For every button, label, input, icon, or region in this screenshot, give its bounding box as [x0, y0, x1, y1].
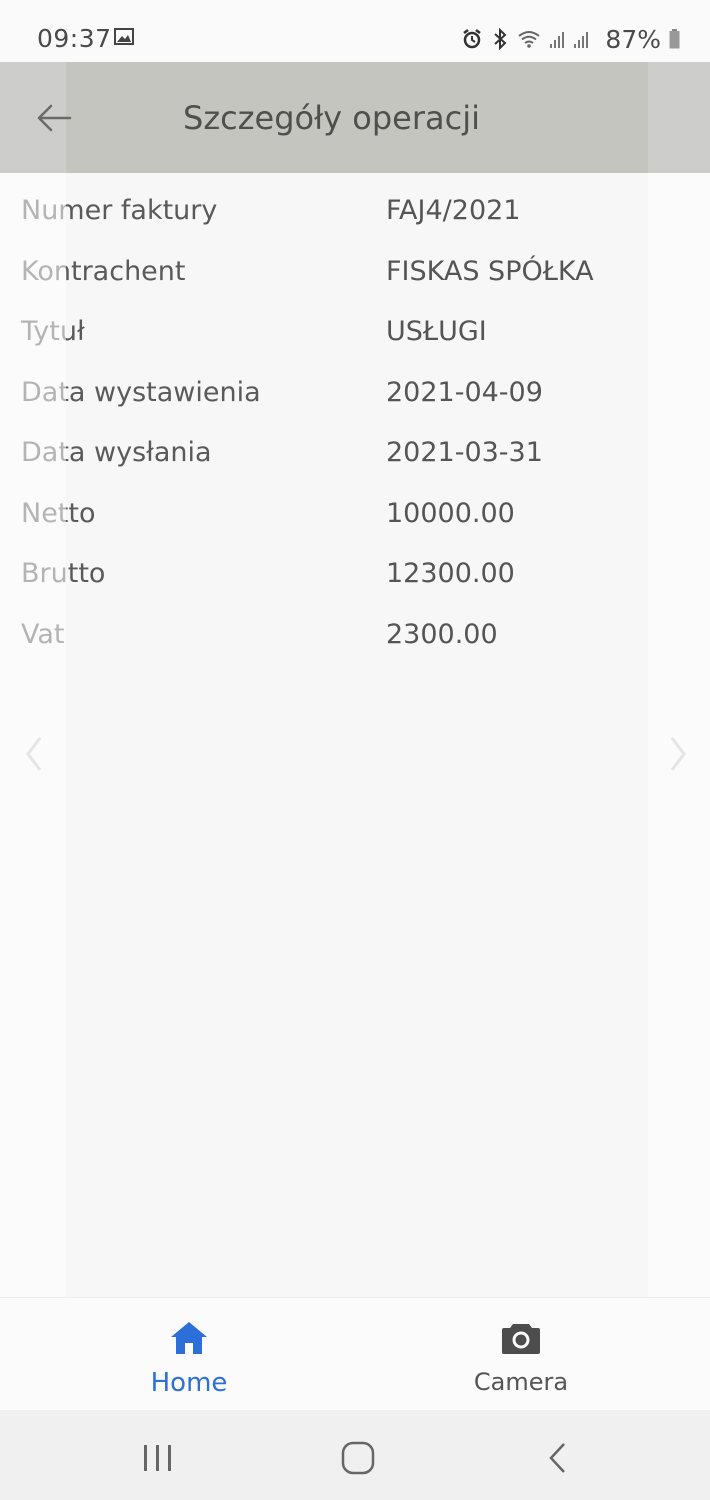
bottom-navigation: Home Camera: [0, 1297, 710, 1411]
detail-value: 2021-04-09: [386, 376, 543, 408]
page-title: Szczegóły operacji: [183, 99, 480, 137]
detail-label: Tytuł: [21, 316, 85, 347]
nav-label-camera: Camera: [473, 1368, 569, 1396]
system-home-button[interactable]: [328, 1438, 388, 1478]
detail-label: Netto: [21, 497, 96, 529]
details-list: Numer faktury FAJ4/2021 Kontrachent FISK…: [0, 173, 710, 657]
detail-row-vat: Vat 2300.00: [0, 597, 710, 658]
detail-label: Data wysłania: [21, 437, 212, 468]
detail-value: 2300.00: [386, 618, 498, 650]
detail-row-contractor: Kontrachent FISKAS SPÓŁKA: [0, 234, 710, 295]
detail-label: Data wystawienia: [21, 376, 261, 408]
alarm-icon: [461, 28, 483, 50]
status-bar: 09:37 87%: [0, 0, 710, 62]
home-icon: [167, 1318, 211, 1358]
status-icons: 87%: [461, 24, 680, 54]
detail-row-issue-date: Data wystawienia 2021-04-09: [0, 355, 710, 416]
recent-apps-icon: [144, 1445, 171, 1471]
status-time: 09:37: [37, 24, 112, 53]
gallery-icon: [114, 28, 134, 45]
system-back-button[interactable]: [528, 1438, 588, 1478]
chevron-right-icon[interactable]: [666, 734, 690, 774]
detail-value: 2021-03-31: [386, 437, 543, 468]
detail-value: USŁUGI: [386, 316, 487, 347]
detail-value: FAJ4/2021: [386, 195, 521, 226]
battery-percent: 87%: [605, 24, 661, 54]
nav-item-camera[interactable]: Camera: [421, 1298, 621, 1411]
wifi-icon: [517, 29, 541, 49]
detail-value: 12300.00: [386, 558, 515, 589]
recent-apps-button[interactable]: [128, 1438, 188, 1478]
back-button[interactable]: [30, 94, 78, 142]
detail-row-title: Tytuł USŁUGI: [0, 294, 710, 355]
nav-label-home: Home: [150, 1368, 228, 1398]
detail-row-gross: Brutto 12300.00: [0, 536, 710, 597]
system-home-icon: [341, 1441, 375, 1475]
chevron-left-icon: [549, 1443, 565, 1473]
detail-value: FISKAS SPÓŁKA: [386, 255, 594, 287]
bluetooth-icon: [491, 28, 509, 50]
detail-label: Numer faktury: [21, 195, 218, 226]
detail-row-send-date: Data wysłania 2021-03-31: [0, 415, 710, 476]
system-navigation-bar: [0, 1410, 710, 1500]
detail-row-invoice-number: Numer faktury FAJ4/2021: [0, 173, 710, 234]
detail-row-net: Netto 10000.00: [0, 476, 710, 537]
detail-label: Brutto: [21, 558, 106, 589]
camera-icon: [499, 1318, 543, 1358]
nav-item-home[interactable]: Home: [89, 1298, 289, 1411]
chevron-left-icon[interactable]: [22, 734, 46, 774]
detail-label: Vat: [21, 618, 65, 650]
arrow-left-icon: [37, 104, 72, 132]
detail-label: Kontrachent: [21, 255, 186, 287]
app-bar: Szczegóły operacji: [0, 62, 710, 173]
battery-icon: [669, 29, 680, 49]
signal-icon: [549, 29, 597, 49]
detail-value: 10000.00: [386, 497, 515, 529]
